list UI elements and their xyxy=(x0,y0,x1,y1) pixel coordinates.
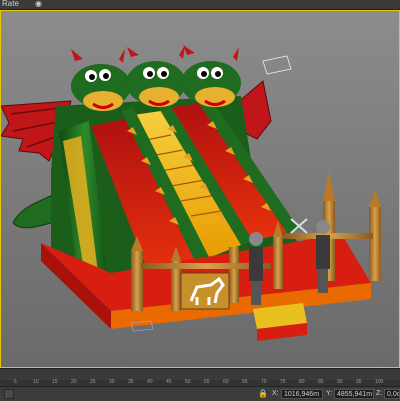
window-title: Rate xyxy=(2,0,19,8)
y-label: Y: xyxy=(326,390,333,397)
x-coordinate-field[interactable]: 1016,946m xyxy=(281,389,323,399)
inflatable-slide-render xyxy=(1,45,381,341)
top-bar: Rate ◉ xyxy=(0,0,400,10)
dragon-head-right xyxy=(181,45,241,107)
z-coordinate-field[interactable]: 0,0cm xyxy=(384,389,400,399)
dragon-head-left xyxy=(71,49,131,111)
status-button[interactable] xyxy=(4,389,14,399)
knight-left xyxy=(249,232,263,305)
status-bar: 🔒 X: 1016,946m Y: 4855,941m Z: 0,0cm xyxy=(0,386,400,401)
selection-marker xyxy=(262,55,292,75)
dragon-head-center xyxy=(126,45,186,107)
y-coordinate-field[interactable]: 4855,941m xyxy=(334,389,374,399)
x-label: X: xyxy=(272,390,279,397)
horse-panel xyxy=(180,272,230,310)
lock-icon[interactable]: 🔒 xyxy=(258,389,268,399)
perspective-viewport[interactable] xyxy=(0,10,400,368)
knight-right xyxy=(316,220,330,293)
eye-icon[interactable]: ◉ xyxy=(35,0,42,8)
z-label: Z: xyxy=(376,390,383,397)
